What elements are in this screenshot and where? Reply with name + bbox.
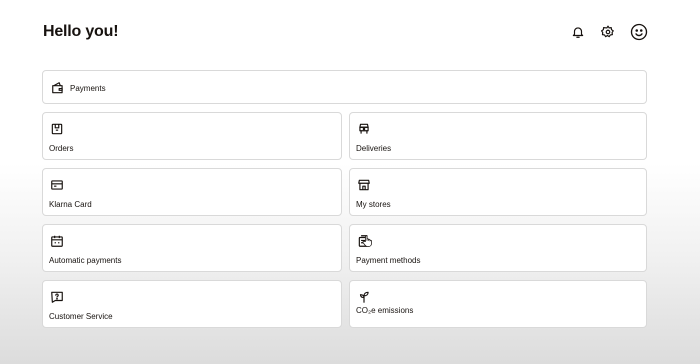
payments-card[interactable]: Payments <box>42 70 647 104</box>
tile-customer-service[interactable]: Customer Service <box>42 280 342 328</box>
tile-label: Orders <box>49 144 74 153</box>
payments-label: Payments <box>70 84 106 93</box>
help-icon <box>49 289 65 305</box>
bell-icon[interactable] <box>567 21 589 43</box>
header-actions <box>567 20 651 44</box>
wallet-icon <box>50 80 66 96</box>
tile-label: My stores <box>356 200 391 209</box>
card-icon <box>49 177 65 193</box>
page-header: Hello you! <box>43 18 651 46</box>
tile-my-stores[interactable]: My stores <box>349 168 647 216</box>
order-box-icon <box>49 121 65 137</box>
plant-icon <box>356 289 372 305</box>
tile-co2e-emissions[interactable]: CO₂e emissions <box>349 280 647 328</box>
tile-label: Automatic payments <box>49 256 122 265</box>
tile-automatic-payments[interactable]: Automatic payments <box>42 224 342 272</box>
tile-klarna-card[interactable]: Klarna Card <box>42 168 342 216</box>
tile-label: Klarna Card <box>49 200 92 209</box>
tile-label: Payment methods <box>356 256 421 265</box>
tile-orders[interactable]: Orders <box>42 112 342 160</box>
delivery-icon <box>356 121 372 137</box>
tile-deliveries[interactable]: Deliveries <box>349 112 647 160</box>
calendar-icon <box>49 233 65 249</box>
store-icon <box>356 177 372 193</box>
page-title: Hello you! <box>43 23 119 40</box>
tile-payment-methods[interactable]: Payment methods <box>349 224 647 272</box>
tile-label: Customer Service <box>49 312 113 321</box>
gear-icon[interactable] <box>597 21 619 43</box>
tile-label: Deliveries <box>356 144 392 153</box>
hand-cursor-icon <box>362 235 372 247</box>
tile-label: CO₂e emissions <box>356 306 414 315</box>
smiley-icon[interactable] <box>627 20 651 44</box>
